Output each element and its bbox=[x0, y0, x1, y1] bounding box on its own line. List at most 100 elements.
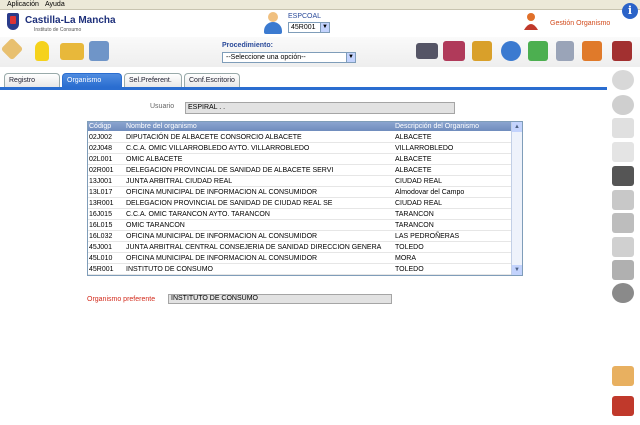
cell-codigo: 45R001 bbox=[89, 266, 114, 273]
table-row[interactable]: 13J001 JUNTA ARBITRAL CIUDAD REAL CIUDAD R… bbox=[88, 176, 512, 187]
cell-descripcion: TARANCON bbox=[395, 211, 434, 218]
network-icon[interactable] bbox=[89, 41, 109, 61]
pen-icon[interactable] bbox=[612, 237, 634, 257]
cell-descripcion: VILLARROBLEDO bbox=[395, 145, 454, 152]
table-row[interactable]: 45J001 JUNTA ARBITRAL CENTRAL CONSEJERIA … bbox=[88, 242, 512, 253]
table-row[interactable]: 02J048 C.C.A. OMIC VILLARROBLEDO AYTO. VI… bbox=[88, 143, 512, 154]
logo-title: Castilla-La Mancha bbox=[25, 15, 116, 26]
procedimiento-value: --Seleccione una opción-- bbox=[226, 54, 306, 61]
cell-descripcion: LAS PEDROÑERAS bbox=[395, 233, 460, 240]
cell-nombre: JUNTA ARBITRAL CENTRAL CONSEJERIA DE SAN… bbox=[126, 244, 382, 251]
table-row[interactable]: 02R001 DELEGACION PROVINCIAL DE SANIDAD D… bbox=[88, 165, 512, 176]
cell-codigo: 02L001 bbox=[89, 156, 113, 163]
header-nombre[interactable]: Nombre del organismo bbox=[126, 122, 394, 131]
lightbulb-icon[interactable] bbox=[35, 41, 49, 61]
exit-icon[interactable] bbox=[612, 41, 632, 61]
chart-icon[interactable] bbox=[582, 41, 602, 61]
cell-codigo: 16J015 bbox=[89, 211, 112, 218]
cell-codigo: 45J001 bbox=[89, 244, 112, 251]
procedimiento-select[interactable]: --Seleccione una opción-- ▼ bbox=[222, 52, 356, 63]
scroll-down-icon[interactable]: ▼ bbox=[512, 265, 522, 275]
cell-nombre: OMIC ALBACETE bbox=[126, 156, 183, 163]
table-row[interactable]: 02J002 DIPUTACIÓN DE ALBACETE CONSORCIO A… bbox=[88, 132, 512, 143]
cell-descripcion: TOLEDO bbox=[395, 266, 424, 273]
back-icon[interactable] bbox=[612, 95, 634, 115]
tab-organismo[interactable]: Organismo bbox=[62, 73, 122, 87]
table-row[interactable]: 16L015 OMIC TARANCON TARANCON bbox=[88, 220, 512, 231]
tab-sel-preferent[interactable]: Sel.Preferent. bbox=[124, 73, 182, 87]
table-row[interactable]: 02L001 OMIC ALBACETE ALBACETE bbox=[88, 154, 512, 165]
cell-nombre: C.C.A. OMIC VILLARROBLEDO AYTO. VILLARRO… bbox=[126, 145, 310, 152]
logo-subtitle: Instituto de Consumo bbox=[34, 27, 82, 33]
cell-nombre: DELEGACION PROVINCIAL DE SANIDAD DE CIUD… bbox=[126, 200, 333, 207]
table-header: Códigp Nombre del organismo Descripción … bbox=[88, 122, 512, 131]
search-chart-icon[interactable] bbox=[528, 41, 548, 61]
cell-nombre: OFICINA MUNICIPAL DE INFORMACION AL CONS… bbox=[126, 255, 318, 262]
cell-nombre: C.C.A. OMIC TARANCON AYTO. TARANCON bbox=[126, 211, 270, 218]
save-icon[interactable] bbox=[612, 166, 634, 186]
globe-icon[interactable] bbox=[501, 41, 521, 61]
menu-bar: Aplicación Ayuda bbox=[0, 0, 640, 10]
tag-icon[interactable] bbox=[612, 213, 634, 233]
gestion-user-icon bbox=[523, 12, 539, 30]
header-codigo[interactable]: Códigp bbox=[89, 122, 125, 131]
archive-icon[interactable] bbox=[472, 41, 492, 61]
gestion-organismo-label[interactable]: Gestión Organismo bbox=[550, 20, 610, 27]
tools-icon[interactable] bbox=[612, 366, 634, 386]
organismo-preferente-label: Organismo preferente bbox=[87, 296, 156, 303]
cell-descripcion: TARANCON bbox=[395, 222, 434, 229]
user-icon bbox=[262, 12, 284, 34]
cell-descripcion: ALBACETE bbox=[395, 134, 432, 141]
table-row[interactable]: 45R001 INSTITUTO DE CONSUMO TOLEDO bbox=[88, 264, 512, 275]
tab-registro[interactable]: Registro bbox=[4, 73, 60, 87]
settings-icon[interactable] bbox=[612, 283, 634, 303]
folder-icon[interactable] bbox=[60, 43, 84, 60]
table-row[interactable]: 16L032 OFICINA MUNICIPAL DE INFORMACION A… bbox=[88, 231, 512, 242]
document-icon[interactable] bbox=[612, 118, 634, 138]
cell-descripcion: ALBACETE bbox=[395, 167, 432, 174]
cell-descripcion: CIUDAD REAL bbox=[395, 200, 443, 207]
menu-aplicacion[interactable]: Aplicación bbox=[7, 1, 39, 8]
cell-codigo: 13L017 bbox=[89, 189, 113, 196]
espco-select[interactable]: 45R001 ▼ bbox=[288, 22, 330, 33]
cell-codigo: 45L010 bbox=[89, 255, 113, 262]
text-tool-icon[interactable] bbox=[612, 260, 634, 280]
scroll-up-icon[interactable]: ▲ bbox=[512, 122, 522, 132]
table-scrollbar[interactable]: ▲ ▼ bbox=[511, 122, 522, 275]
cell-nombre: DELEGACION PROVINCIAL DE SANIDAD DE ALBA… bbox=[126, 167, 334, 174]
cell-nombre: JUNTA ARBITRAL CIUDAD REAL bbox=[126, 178, 233, 185]
chevron-down-icon: ▼ bbox=[346, 53, 355, 62]
car-icon[interactable] bbox=[612, 396, 634, 416]
espco-value: 45R001 bbox=[291, 24, 316, 31]
table-row[interactable]: 16J015 C.C.A. OMIC TARANCON AYTO. TARANCO… bbox=[88, 209, 512, 220]
tab-conf-escritorio[interactable]: Conf.Escritorio bbox=[184, 73, 240, 87]
cell-codigo: 16L032 bbox=[89, 233, 113, 240]
download-icon[interactable] bbox=[556, 41, 574, 61]
print-icon[interactable] bbox=[612, 190, 634, 210]
table-row[interactable]: 13L017 OFICINA MUNICIPAL DE INFORMACION A… bbox=[88, 187, 512, 198]
cell-codigo: 02R001 bbox=[89, 167, 114, 174]
cell-descripcion: CIUDAD REAL bbox=[395, 178, 443, 185]
table-row[interactable]: 13R001 DELEGACION PROVINCIAL DE SANIDAD D… bbox=[88, 198, 512, 209]
tab-underline bbox=[0, 87, 607, 90]
cell-nombre: OFICINA MUNICIPAL DE INFORMACION AL CONS… bbox=[126, 189, 318, 196]
cell-descripcion: MORA bbox=[395, 255, 416, 262]
organismos-table: Códigp Nombre del organismo Descripción … bbox=[87, 121, 523, 276]
laptop-icon[interactable] bbox=[416, 43, 438, 59]
pages-icon[interactable] bbox=[612, 142, 634, 162]
cell-codigo: 13J001 bbox=[89, 178, 112, 185]
books-icon[interactable] bbox=[443, 41, 465, 61]
espco-label: ESPCOAL bbox=[288, 13, 322, 20]
zoom-in-icon[interactable] bbox=[612, 70, 634, 90]
table-row[interactable]: 45L010 OFICINA MUNICIPAL DE INFORMACION A… bbox=[88, 253, 512, 264]
header-descripcion[interactable]: Descripción del Organismo bbox=[395, 122, 511, 131]
cell-descripcion: ALBACETE bbox=[395, 156, 432, 163]
usuario-field: ESPIRAL . . bbox=[185, 102, 455, 114]
cell-codigo: 16L015 bbox=[89, 222, 113, 229]
cell-nombre: OMIC TARANCON bbox=[126, 222, 185, 229]
organismo-preferente-field: INSTITUTO DE CONSUMO bbox=[168, 294, 392, 304]
cell-codigo: 02J048 bbox=[89, 145, 112, 152]
info-icon[interactable]: i bbox=[622, 3, 638, 19]
cell-codigo: 02J002 bbox=[89, 134, 112, 141]
menu-ayuda[interactable]: Ayuda bbox=[45, 1, 65, 8]
